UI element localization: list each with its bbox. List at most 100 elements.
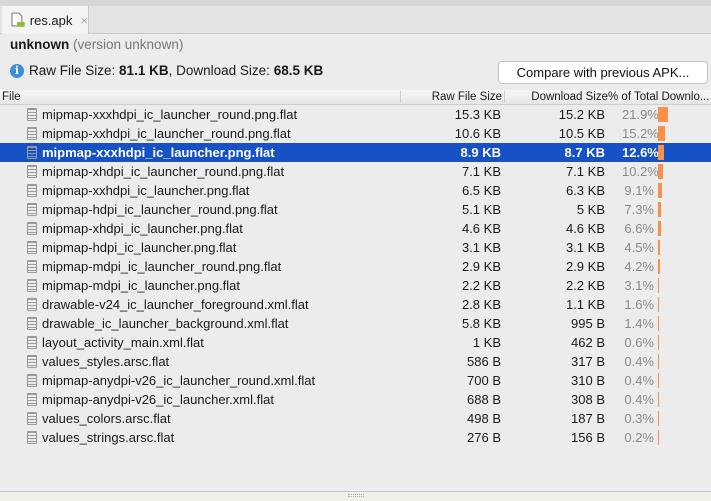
raw-size: 498 B — [467, 411, 501, 426]
raw-size: 10.6 KB — [454, 126, 501, 141]
file-icon — [27, 241, 37, 254]
percent-of-total: 12.6% — [622, 145, 659, 160]
percent-bar — [658, 259, 660, 274]
file-name: mipmap-xhdpi_ic_launcher_round.png.flat — [42, 164, 285, 179]
raw-size: 2.9 KB — [461, 259, 501, 274]
close-icon[interactable]: × — [80, 13, 88, 28]
file-icon — [27, 203, 37, 216]
tab-res-apk[interactable]: res.apk × — [2, 6, 89, 34]
raw-size: 700 B — [467, 373, 501, 388]
percent-of-total: 15.2% — [622, 126, 659, 141]
table-row[interactable]: mipmap-anydpi-v26_ic_launcher.xml.flat 6… — [0, 390, 711, 409]
percent-of-total: 0.4% — [624, 373, 654, 388]
compare-apk-button[interactable]: Compare with previous APK... — [498, 61, 708, 84]
download-size: 15.2 KB — [558, 107, 605, 122]
percent-bar — [658, 316, 659, 331]
table-row[interactable]: mipmap-anydpi-v26_ic_launcher_round.xml.… — [0, 371, 711, 390]
download-size-value: 68.5 KB — [273, 63, 324, 78]
percent-bar — [658, 164, 663, 179]
column-download-size[interactable]: Download Size — [504, 91, 608, 103]
table-row[interactable]: mipmap-xxhdpi_ic_launcher.png.flat 6.5 K… — [0, 181, 711, 200]
file-name: drawable-v24_ic_launcher_foreground.xml.… — [42, 297, 309, 312]
raw-size: 7.1 KB — [461, 164, 501, 179]
table-row[interactable]: mipmap-hdpi_ic_launcher.png.flat 3.1 KB … — [0, 238, 711, 257]
column-file[interactable]: File — [2, 91, 21, 103]
file-name: mipmap-xxxhdpi_ic_launcher_round.png.fla… — [42, 107, 298, 122]
resize-handle[interactable] — [348, 494, 364, 497]
percent-bar — [658, 297, 659, 312]
table-row[interactable]: mipmap-xxxhdpi_ic_launcher_round.png.fla… — [0, 105, 711, 124]
percent-of-total: 1.6% — [624, 297, 654, 312]
column-percent[interactable]: % of Total Downlo... — [608, 91, 711, 103]
percent-bar — [658, 373, 659, 388]
table-row[interactable]: mipmap-xxhdpi_ic_launcher_round.png.flat… — [0, 124, 711, 143]
table-row[interactable]: drawable_ic_launcher_background.xml.flat… — [0, 314, 711, 333]
app-version: (version unknown) — [73, 37, 184, 52]
file-name: values_styles.arsc.flat — [42, 354, 170, 369]
percent-bar — [658, 126, 665, 141]
percent-bar — [658, 354, 659, 369]
file-name: values_strings.arsc.flat — [42, 430, 175, 445]
download-size: 2.9 KB — [565, 259, 605, 274]
percent-of-total: 0.2% — [624, 430, 654, 445]
download-size: 7.1 KB — [565, 164, 605, 179]
percent-of-total: 10.2% — [622, 164, 659, 179]
download-size: 10.5 KB — [558, 126, 605, 141]
file-icon — [27, 108, 37, 121]
download-size: 2.2 KB — [565, 278, 605, 293]
percent-bar — [658, 221, 661, 236]
file-icon — [27, 127, 37, 140]
download-size: 187 B — [571, 411, 605, 426]
download-size: 308 B — [571, 392, 605, 407]
percent-bar — [658, 107, 668, 122]
table-row[interactable]: drawable-v24_ic_launcher_foreground.xml.… — [0, 295, 711, 314]
file-name: mipmap-xhdpi_ic_launcher.png.flat — [42, 221, 243, 236]
table-row[interactable]: values_strings.arsc.flat 276 B 156 B 0.2… — [0, 428, 711, 447]
file-name: mipmap-hdpi_ic_launcher.png.flat — [42, 240, 237, 255]
download-size: 310 B — [571, 373, 605, 388]
percent-of-total: 0.4% — [624, 392, 654, 407]
download-size: 156 B — [571, 430, 605, 445]
tab-bar: res.apk × — [0, 6, 711, 34]
table-row[interactable]: layout_activity_main.xml.flat 1 KB 462 B… — [0, 333, 711, 352]
table-row[interactable]: mipmap-xhdpi_ic_launcher_round.png.flat … — [0, 162, 711, 181]
percent-of-total: 4.5% — [624, 240, 654, 255]
file-icon — [27, 260, 37, 273]
raw-size: 5.8 KB — [461, 316, 501, 331]
table-row[interactable]: mipmap-xxxhdpi_ic_launcher.png.flat 8.9 … — [0, 143, 711, 162]
percent-of-total: 1.4% — [624, 316, 654, 331]
table-row[interactable]: mipmap-mdpi_ic_launcher.png.flat 2.2 KB … — [0, 276, 711, 295]
download-size: 5 KB — [576, 202, 605, 217]
tab-label: res.apk — [29, 12, 73, 28]
percent-bar — [658, 240, 661, 255]
download-size: 317 B — [571, 354, 605, 369]
file-name: mipmap-mdpi_ic_launcher.png.flat — [42, 278, 240, 293]
raw-size: 1 KB — [472, 335, 501, 350]
table-row[interactable]: mipmap-hdpi_ic_launcher_round.png.flat 5… — [0, 200, 711, 219]
file-icon — [27, 412, 37, 425]
table-row[interactable]: values_colors.arsc.flat 498 B 187 B 0.3% — [0, 409, 711, 428]
column-raw-size[interactable]: Raw File Size — [400, 91, 504, 103]
raw-size: 586 B — [467, 354, 501, 369]
percent-bar — [658, 430, 659, 445]
percent-of-total: 0.6% — [624, 335, 654, 350]
raw-size: 8.9 KB — [460, 145, 501, 160]
percent-of-total: 3.1% — [624, 278, 654, 293]
percent-bar — [658, 411, 659, 426]
file-icon — [27, 317, 37, 330]
file-name: mipmap-anydpi-v26_ic_launcher_round.xml.… — [42, 373, 316, 388]
table-row[interactable]: values_styles.arsc.flat 586 B 317 B 0.4% — [0, 352, 711, 371]
file-name: mipmap-anydpi-v26_ic_launcher.xml.flat — [42, 392, 274, 407]
table-row[interactable]: mipmap-xhdpi_ic_launcher.png.flat 4.6 KB… — [0, 219, 711, 238]
raw-size: 2.8 KB — [461, 297, 501, 312]
file-icon — [27, 279, 37, 292]
table-row[interactable]: mipmap-mdpi_ic_launcher_round.png.flat 2… — [0, 257, 711, 276]
file-name: drawable_ic_launcher_background.xml.flat — [42, 316, 289, 331]
percent-of-total: 4.2% — [624, 259, 654, 274]
file-name: values_colors.arsc.flat — [42, 411, 171, 426]
raw-size: 2.2 KB — [461, 278, 501, 293]
raw-size: 6.5 KB — [461, 183, 501, 198]
raw-size-label: Raw File Size: — [29, 63, 116, 78]
file-icon — [27, 298, 37, 311]
percent-of-total: 6.6% — [624, 221, 654, 236]
